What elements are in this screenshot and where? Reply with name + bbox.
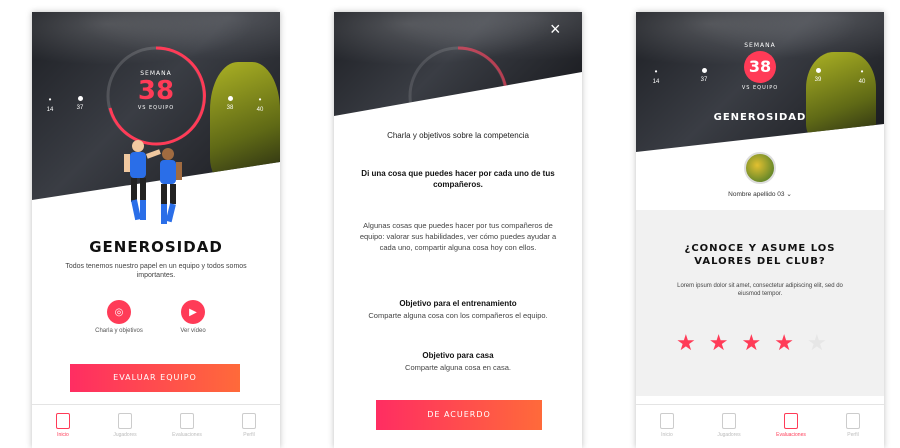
home-icon — [56, 413, 70, 429]
tab-evaluations[interactable]: Evaluaciones — [760, 405, 822, 448]
screen-evaluation: SEMANA 38 VS EQUIPO • 14 37 39 • 40 GENERO… — [636, 12, 884, 448]
watch-video-button[interactable]: ▶ Ver vídeo — [168, 300, 218, 335]
week-number: 38 — [744, 51, 776, 83]
play-icon: ▶ — [181, 300, 205, 324]
objective-training-text: Comparte alguna cosa con los compañeros … — [368, 311, 548, 320]
week-indicator: SEMANA 38 VS EQUIPO — [102, 70, 210, 111]
week-label: SEMANA — [744, 42, 776, 49]
week-dot[interactable]: • 14 — [650, 68, 662, 86]
tab-bar: Inicio Jugadores Evaluaciones Perfil — [32, 404, 280, 448]
chevron-down-icon: ⌄ — [786, 191, 792, 198]
tab-home[interactable]: Inicio — [636, 405, 698, 448]
target-icon: ◎ — [107, 300, 131, 324]
modal-body: Algunas cosas que puedes hacer por tus c… — [359, 221, 557, 252]
players-illustration — [124, 140, 182, 224]
tab-home[interactable]: Inicio — [32, 405, 94, 448]
evaluation-panel — [636, 210, 884, 396]
week-sub: VS EQUIPO — [741, 85, 779, 91]
star-icon[interactable]: ★ — [676, 332, 696, 354]
value-title: GENEROSIDAD — [713, 112, 807, 123]
tab-profile[interactable]: Perfil — [822, 405, 884, 448]
evaluation-question: ¿CONOCE Y ASUME LOS VALORES DEL CLUB? — [684, 243, 836, 267]
modal-question: Di una cosa que puedes hacer por cada un… — [361, 169, 555, 189]
hero-banner — [334, 12, 582, 116]
week-dot[interactable]: 37 — [74, 96, 86, 111]
screen-talk-objectives: × Charla y objetivos sobre la competenci… — [334, 12, 582, 448]
tab-players[interactable]: Jugadores — [698, 405, 760, 448]
player-avatar[interactable] — [744, 152, 776, 184]
week-sub: VS EQUIPO — [137, 105, 175, 111]
player-selector[interactable]: Nombre apellido 03 ⌄ — [636, 190, 884, 198]
week-number: 38 — [137, 76, 175, 106]
week-dot[interactable]: • 14 — [44, 96, 56, 114]
week-indicator: SEMANA 38 VS EQUIPO — [730, 42, 790, 91]
tab-evaluations[interactable]: Evaluaciones — [156, 405, 218, 448]
goalkeeper-photo — [210, 62, 280, 182]
evaluations-icon — [784, 413, 798, 429]
week-dot[interactable]: 37 — [698, 68, 710, 83]
star-icon[interactable]: ★ — [709, 332, 729, 354]
modal-heading: Charla y objetivos sobre la competencia — [387, 131, 529, 140]
week-dot[interactable]: 38 — [224, 96, 236, 111]
evaluate-team-button[interactable]: EVALUAR EQUIPO — [70, 364, 240, 392]
evaluation-description: Lorem ipsum dolor sit amet, consectetur … — [677, 283, 843, 297]
goalkeeper-photo — [806, 52, 876, 142]
week-dot[interactable]: • 40 — [856, 68, 868, 86]
talk-objectives-button[interactable]: ◎ Charla y objetivos — [94, 300, 144, 335]
objective-training-title: Objetivo para el entrenamiento — [399, 299, 517, 308]
evaluations-icon — [180, 413, 194, 429]
value-description: Todos tenemos nuestro papel en un equipo… — [65, 263, 247, 279]
star-icon[interactable]: ★ — [741, 332, 761, 354]
screen-home: SEMANA 38 VS EQUIPO • 14 37 38 • 40 GENE… — [32, 12, 280, 448]
objective-home-title: Objetivo para casa — [422, 351, 494, 360]
players-icon — [722, 413, 736, 429]
star-icon[interactable]: ★ — [774, 332, 794, 354]
star-rating[interactable]: ★ ★ ★ ★ ★ — [676, 332, 827, 354]
week-dot[interactable]: • 40 — [254, 96, 266, 114]
objective-home-text: Comparte alguna cosa en casa. — [405, 363, 511, 372]
tab-profile[interactable]: Perfil — [218, 405, 280, 448]
value-title: GENEROSIDAD — [89, 238, 223, 256]
star-icon[interactable]: ★ — [807, 332, 827, 354]
profile-icon — [846, 413, 860, 429]
profile-icon — [242, 413, 256, 429]
tab-bar: Inicio Jugadores Evaluaciones Perfil — [636, 404, 884, 448]
close-icon[interactable]: × — [550, 20, 561, 38]
home-icon — [660, 413, 674, 429]
players-icon — [118, 413, 132, 429]
week-dot[interactable]: 39 — [812, 68, 824, 83]
agree-button[interactable]: DE ACUERDO — [376, 400, 542, 430]
tab-players[interactable]: Jugadores — [94, 405, 156, 448]
player-name: Nombre apellido 03 — [728, 191, 785, 198]
